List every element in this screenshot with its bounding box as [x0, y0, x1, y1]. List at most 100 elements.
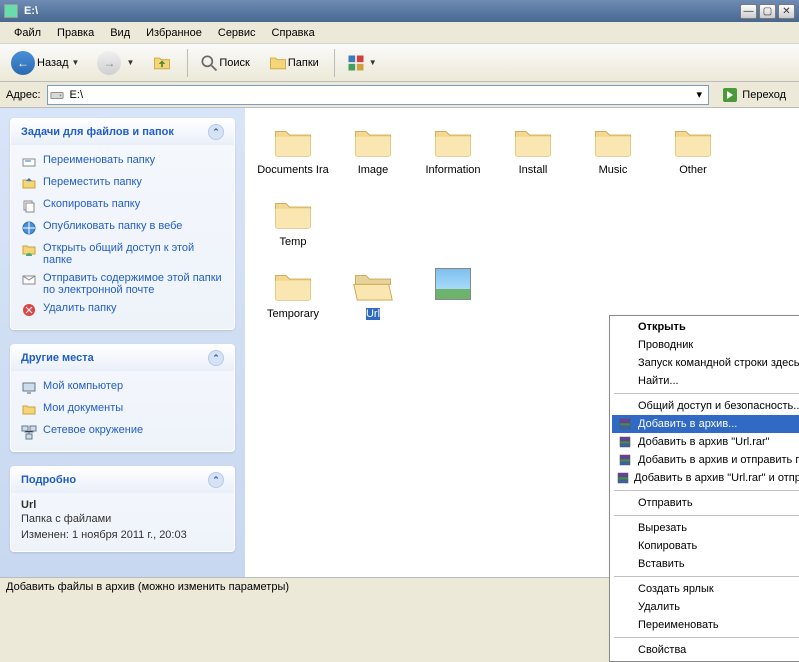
rar-icon: [616, 434, 634, 450]
menu-tools[interactable]: Сервис: [210, 24, 264, 42]
task-label: Переименовать папку: [43, 154, 155, 166]
collapse-icon[interactable]: ⌃: [208, 124, 224, 140]
go-button[interactable]: Переход: [715, 84, 793, 106]
address-field[interactable]: ▾: [47, 85, 710, 105]
separator: [614, 515, 799, 516]
minimize-button[interactable]: —: [740, 4, 757, 19]
rar-icon: [616, 416, 634, 432]
toolbar: ← Назад ▼ → ▼ Поиск Папки ▼: [0, 44, 799, 82]
ctx-properties[interactable]: Свойства: [612, 641, 799, 659]
ctx-copy[interactable]: Копировать: [612, 537, 799, 555]
chevron-down-icon: ▼: [126, 58, 134, 67]
go-label: Переход: [742, 89, 786, 101]
tasks-panel: Задачи для файлов и папок ⌃ Переименоват…: [10, 118, 235, 330]
ctx-delete[interactable]: Удалить: [612, 598, 799, 616]
main-area: Задачи для файлов и папок ⌃ Переименоват…: [0, 108, 799, 582]
task-share[interactable]: Открыть общий доступ к этой папке: [21, 239, 224, 269]
folder-item[interactable]: Information: [413, 120, 493, 180]
ctx-shortcut[interactable]: Создать ярлык: [612, 580, 799, 598]
ctx-paste[interactable]: Вставить: [612, 555, 799, 573]
collapse-icon[interactable]: ⌃: [208, 350, 224, 366]
ctx-send[interactable]: Отправить▶: [612, 494, 799, 512]
folder-item[interactable]: Music: [573, 120, 653, 180]
drive-icon: [50, 88, 64, 102]
task-copy[interactable]: Скопировать папку: [21, 195, 224, 217]
separator: [614, 393, 799, 394]
address-input[interactable]: [68, 88, 693, 102]
places-header[interactable]: Другие места ⌃: [11, 345, 234, 371]
folder-label: Install: [519, 164, 548, 176]
task-label: Удалить папку: [43, 302, 117, 314]
menu-help[interactable]: Справка: [264, 24, 323, 42]
folder-item[interactable]: Image: [333, 120, 413, 180]
rar-icon: [616, 452, 634, 468]
ctx-cut[interactable]: Вырезать: [612, 519, 799, 537]
context-menu: Открыть Проводник Запуск командной строк…: [609, 315, 799, 662]
maximize-button[interactable]: ▢: [759, 4, 776, 19]
window-title: E:\: [24, 5, 738, 17]
task-email[interactable]: Отправить содержимое этой папки по элект…: [21, 269, 224, 299]
ctx-explorer[interactable]: Проводник: [612, 336, 799, 354]
folder-label: Documents Ira: [257, 164, 329, 176]
menu-edit[interactable]: Правка: [49, 24, 102, 42]
place-network[interactable]: Сетевое окружение: [21, 421, 224, 443]
folder-icon: [268, 53, 288, 73]
folders-button[interactable]: Папки: [261, 49, 326, 77]
task-publish[interactable]: Опубликовать папку в вебе: [21, 217, 224, 239]
ctx-rename[interactable]: Переименовать: [612, 616, 799, 634]
folders-label: Папки: [288, 57, 319, 69]
menubar: Файл Правка Вид Избранное Сервис Справка: [0, 22, 799, 44]
folder-item[interactable]: Documents Ira: [253, 120, 333, 180]
task-label: Скопировать папку: [43, 198, 140, 210]
address-bar: Адрес: ▾ Переход: [0, 82, 799, 108]
separator: [334, 49, 335, 77]
folder-item[interactable]: Temporary: [253, 264, 333, 324]
ctx-cmd[interactable]: Запуск командной строки здесь: [612, 354, 799, 372]
back-button[interactable]: ← Назад ▼: [4, 47, 86, 79]
ctx-add-archive[interactable]: Добавить в архив...: [612, 415, 799, 433]
chevron-down-icon: ▼: [72, 58, 80, 67]
folder-item[interactable]: Temp: [253, 192, 333, 252]
search-icon: [199, 53, 219, 73]
image-icon: [435, 268, 471, 300]
task-move[interactable]: Переместить папку: [21, 173, 224, 195]
place-my-computer[interactable]: Мой компьютер: [21, 377, 224, 399]
task-label: Переместить папку: [43, 176, 142, 188]
ctx-open[interactable]: Открыть: [612, 318, 799, 336]
place-my-documents[interactable]: Мои документы: [21, 399, 224, 421]
task-rename[interactable]: Переименовать папку: [21, 151, 224, 173]
folder-item[interactable]: Other: [653, 120, 733, 180]
detail-name: Url: [21, 499, 224, 511]
details-header[interactable]: Подробно ⌃: [11, 467, 234, 493]
details-panel: Подробно ⌃ Url Папка с файлами Изменен: …: [10, 466, 235, 552]
close-button[interactable]: ✕: [778, 4, 795, 19]
tasks-header[interactable]: Задачи для файлов и папок ⌃: [11, 119, 234, 145]
up-button[interactable]: [145, 49, 179, 77]
folder-item-selected[interactable]: Url: [333, 264, 413, 324]
file-view[interactable]: Documents Ira Image Information Install Musi…: [245, 108, 799, 582]
ctx-add-email[interactable]: Добавить в архив и отправить по e-mail..…: [612, 451, 799, 469]
forward-button[interactable]: → ▼: [90, 47, 141, 79]
menu-view[interactable]: Вид: [102, 24, 138, 42]
search-label: Поиск: [219, 57, 249, 69]
titlebar: E:\ — ▢ ✕: [0, 0, 799, 22]
chevron-down-icon[interactable]: ▾: [692, 88, 706, 101]
ctx-add-url[interactable]: Добавить в архив "Url.rar": [612, 433, 799, 451]
task-label: Отправить содержимое этой папки по элект…: [43, 272, 224, 296]
place-label: Сетевое окружение: [43, 424, 143, 436]
image-item[interactable]: [413, 264, 493, 324]
menu-file[interactable]: Файл: [6, 24, 49, 42]
search-button[interactable]: Поиск: [192, 49, 256, 77]
task-delete[interactable]: Удалить папку: [21, 299, 224, 321]
status-text: Добавить файлы в архив (можно изменить п…: [6, 581, 289, 593]
collapse-icon[interactable]: ⌃: [208, 472, 224, 488]
folder-item[interactable]: Install: [493, 120, 573, 180]
views-button[interactable]: ▼: [339, 49, 384, 77]
menu-favorites[interactable]: Избранное: [138, 24, 210, 42]
ctx-find[interactable]: Найти...: [612, 372, 799, 390]
detail-type: Папка с файлами: [21, 513, 224, 525]
task-label: Опубликовать папку в вебе: [43, 220, 182, 232]
folder-label: Information: [425, 164, 480, 176]
ctx-share[interactable]: Общий доступ и безопасность...: [612, 397, 799, 415]
ctx-add-url-email[interactable]: Добавить в архив "Url.rar" и отправить п…: [612, 469, 799, 487]
